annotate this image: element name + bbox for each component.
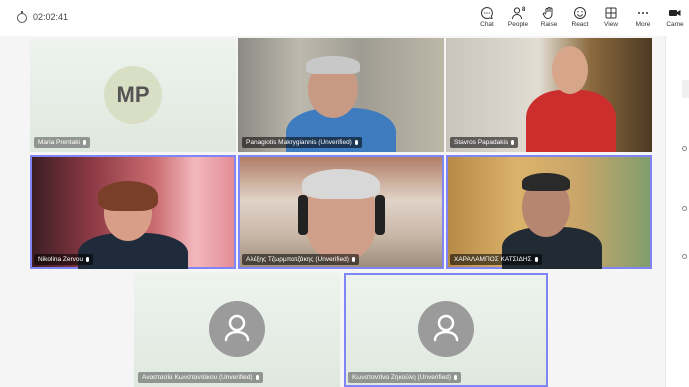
participant-name: Maria Prentaki [34, 137, 90, 148]
participant-name: ΧΑΡΑΛΑΜΠΟΣ ΚΑΤΣΙΔΗΣ [450, 254, 542, 265]
participant-name: Αναστασία Κωνσταντάκου (Unverified) [138, 372, 263, 383]
more-button[interactable]: More [628, 6, 658, 34]
view-label: View [604, 21, 618, 28]
people-button[interactable]: 8 People [503, 6, 533, 34]
mic-icon [82, 140, 86, 145]
react-label: React [571, 21, 589, 28]
chat-button[interactable]: Chat [472, 6, 502, 38]
panel-indicator [682, 146, 687, 151]
mic-icon [354, 140, 358, 145]
chat-label: Chat [480, 21, 494, 28]
participant-tile-stavros[interactable]: Stavros Papadakis [446, 38, 652, 152]
video-feed [306, 56, 360, 74]
video-feed [526, 90, 616, 152]
mic-icon [351, 257, 355, 262]
participant-tile-maria-prentaki[interactable]: MP Maria Prentaki [30, 38, 236, 152]
mic-icon [255, 375, 259, 380]
call-timer: 02:02:41 [33, 12, 69, 22]
participant-tile-charalampos[interactable]: ΧΑΡΑΛΑΜΠΟΣ ΚΑΤΣΙΔΗΣ [446, 155, 652, 269]
people-count-badge: 8 [522, 7, 526, 13]
avatar [418, 301, 474, 357]
mic-icon [511, 140, 515, 145]
panel-tab [682, 80, 689, 98]
participant-name: Κωνσταντίνα Ζηκούλη (Unverified) [348, 372, 462, 383]
mic-icon [534, 257, 538, 262]
shield-icon [17, 11, 27, 23]
meeting-toolbar: 02:02:41 Chat 8 People Raise React View … [0, 0, 689, 38]
chat-icon [481, 6, 493, 20]
avatar [209, 301, 265, 357]
video-feed [302, 169, 380, 199]
person-icon [224, 314, 250, 342]
participant-tile-panagiotis[interactable]: Panagiotis Makrygiannis (Unverified) [238, 38, 444, 152]
panel-indicator [682, 206, 687, 211]
avatar: MP [104, 66, 162, 124]
raise-hand-button[interactable]: Raise [534, 6, 564, 34]
mic-icon [86, 257, 90, 262]
headset-icon [298, 195, 308, 235]
participant-tile-anastasia[interactable]: Αναστασία Κωνσταντάκου (Unverified) [134, 273, 340, 387]
person-icon [433, 314, 459, 342]
raise-label: Raise [540, 21, 558, 28]
participant-tile-alexis[interactable]: Αλέξης Τζωρμπατζάκης (Unverified) [238, 155, 444, 269]
camera-icon [669, 10, 681, 16]
more-icon [638, 12, 648, 14]
more-label: More [635, 21, 651, 28]
react-button[interactable]: React [565, 6, 595, 34]
camera-button[interactable]: Came [661, 6, 689, 34]
video-feed [522, 173, 570, 191]
panel-indicator [682, 254, 687, 259]
grid-icon [605, 7, 617, 19]
headset-icon [375, 195, 385, 235]
participant-name: Αλέξης Τζωρμπατζάκης (Unverified) [242, 254, 359, 265]
hand-icon [542, 7, 553, 20]
participant-name: Nikolina Zervou [34, 254, 94, 265]
participant-name: Panagiotis Makrygiannis (Unverified) [242, 137, 362, 148]
camera-label: Came [666, 21, 684, 28]
emoji-icon [574, 7, 586, 19]
view-button[interactable]: View [596, 6, 626, 34]
participant-name: Stavros Papadakis [450, 137, 519, 148]
participant-tile-nikolina[interactable]: Nikolina Zervou [30, 155, 236, 269]
mic-icon [454, 375, 458, 380]
video-feed [552, 46, 588, 94]
video-feed [98, 181, 158, 211]
side-panel-edge [665, 36, 689, 387]
people-label: People [507, 21, 529, 28]
participant-tile-konstantina[interactable]: Κωνσταντίνα Ζηκούλη (Unverified) [344, 273, 548, 387]
